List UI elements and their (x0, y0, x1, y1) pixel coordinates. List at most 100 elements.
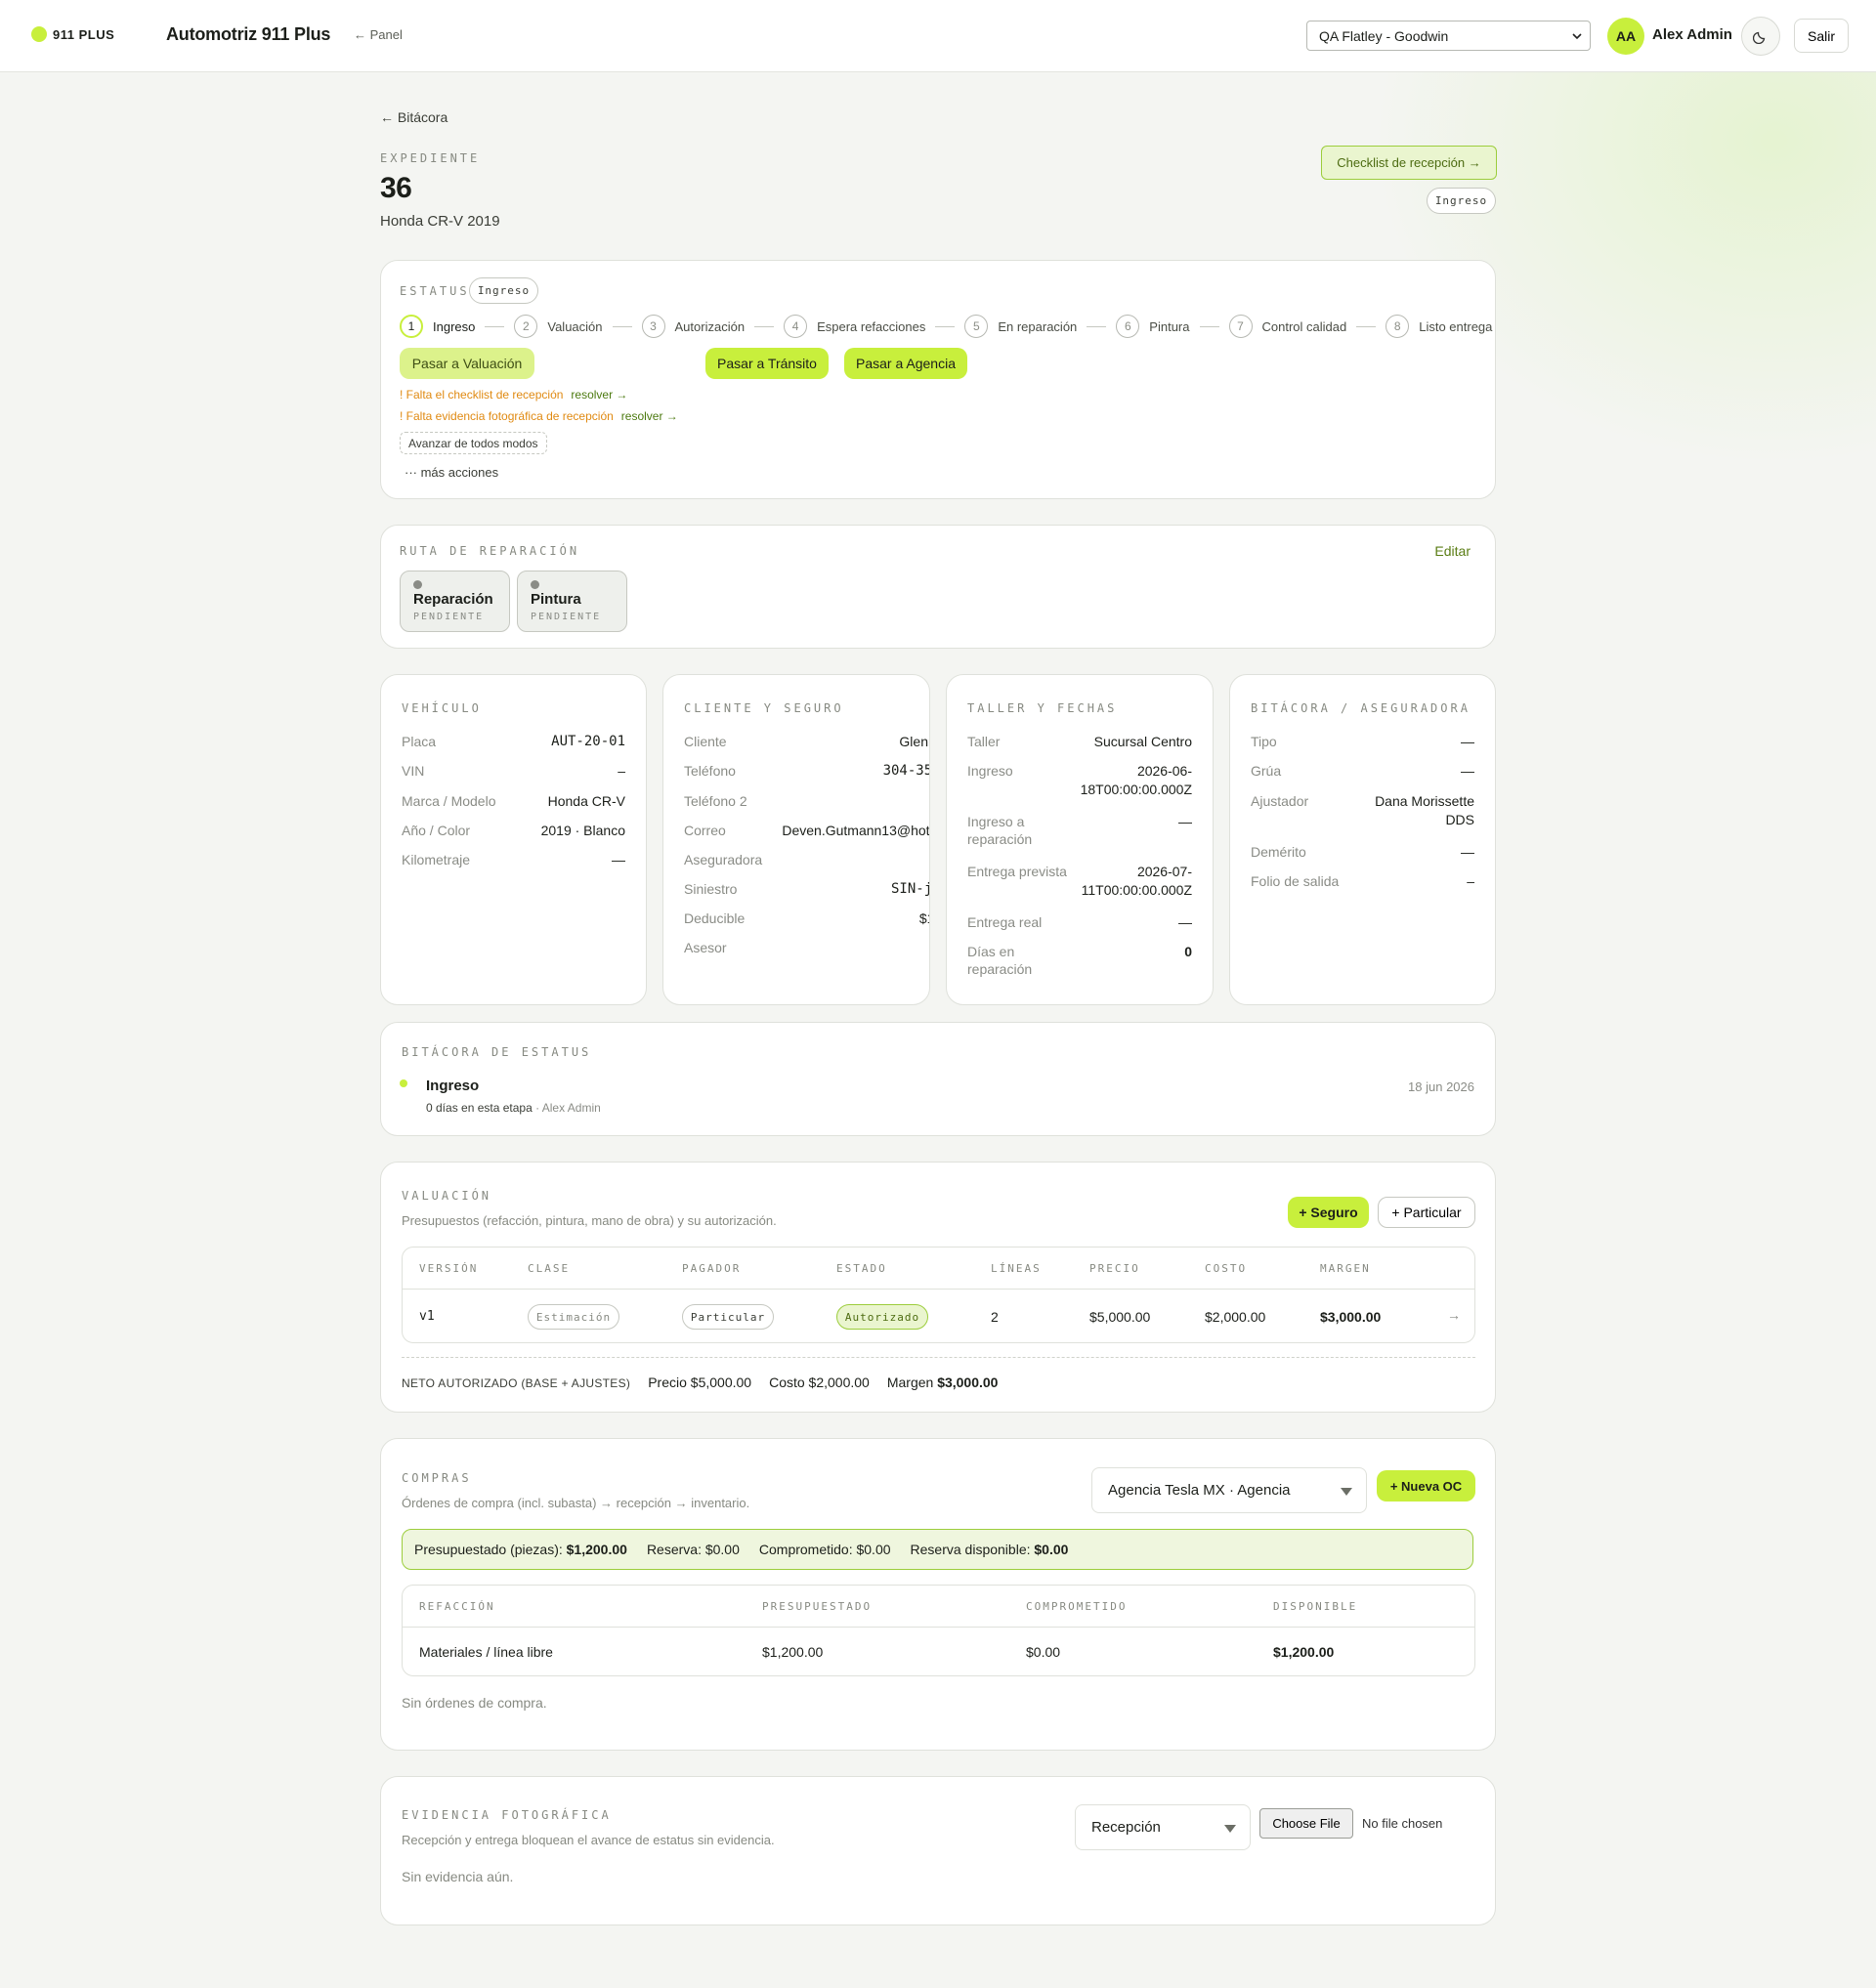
insurer-card: BITÁCORA / ASEGURADORA Tipo — Grúa — Ajust… (1229, 674, 1496, 1005)
open-estimate-arrow-icon[interactable]: → (1447, 1307, 1461, 1323)
table-row[interactable]: v1 Estimación Particular Autorizado 2 $5… (403, 1290, 1474, 1342)
client-eyebrow: CLIENTE Y SEGURO (684, 701, 844, 715)
brand-logo[interactable]: 911 PLUS (31, 26, 114, 42)
client-insurer-row: AseguradoraAl (684, 852, 763, 867)
status-log-entry-meta: 0 días en esta etapa · Alex Admin (426, 1101, 601, 1115)
avatar[interactable]: AA (1607, 18, 1644, 55)
theme-toggle-button[interactable] (1741, 17, 1780, 56)
timeline-dot-icon (400, 1079, 407, 1087)
vehicle-mileage-row: Kilometraje — (402, 852, 625, 867)
tenant-select[interactable]: QA Flatley - Goodwin (1306, 21, 1591, 51)
back-to-log-link[interactable]: ← Bitácora (380, 109, 448, 125)
status-card: ESTATUS Ingreso 1 Ingreso 2 Valuación 3 Aut… (380, 260, 1496, 499)
no-evidence-message: Sin evidencia aún. (402, 1869, 514, 1884)
client-advisor-row: Asesor (684, 940, 727, 955)
vehicle-plate-row: Placa AUT-20-01 (402, 734, 625, 749)
brand-mark-icon (31, 26, 47, 42)
status-log-card: BITÁCORA DE ESTATUS Ingreso 0 días en es… (380, 1022, 1496, 1136)
step-valuacion[interactable]: 2 Valuación (514, 315, 603, 338)
advance-valuation-button[interactable]: Pasar a Valuación (400, 348, 534, 379)
client-phone2-row: Teléfono 2 (684, 793, 747, 809)
chevron-down-icon (1572, 32, 1582, 39)
repair-route-eyebrow: RUTA DE REPARACIÓN (400, 544, 580, 558)
step-en-reparacion[interactable]: 5 En reparación (964, 315, 1077, 338)
vehicle-year-color-row: Año / Color 2019 · Blanco (402, 823, 625, 838)
record-number: 36 (380, 172, 412, 204)
insurer-type-row: Tipo — (1251, 734, 1474, 749)
resolve-photos-link[interactable]: resolver → (621, 409, 678, 423)
warning-photo-evidence: ! Falta evidencia fotográfica de recepci… (400, 409, 678, 423)
step-separator (485, 325, 505, 327)
vehicle-vin-row: VIN – (402, 763, 625, 779)
more-actions-toggle[interactable]: ··· más acciones (405, 465, 498, 480)
logout-button[interactable]: Salir (1794, 19, 1849, 53)
route-step-pintura[interactable]: Pintura PENDIENTE (517, 571, 627, 632)
step-autorizacion[interactable]: 3 Autorización (641, 315, 745, 338)
status-log-eyebrow: BITÁCORA DE ESTATUS (402, 1045, 592, 1059)
move-to-transit-button[interactable]: Pasar a Tránsito (705, 348, 829, 379)
estimate-status-badge: Autorizado (836, 1304, 928, 1330)
insurer-adjuster-row: Ajustador Dana Morissette DDS (1251, 793, 1474, 827)
app-title: Automotriz 911 Plus (166, 24, 331, 44)
photo-evidence-eyebrow: EVIDENCIA FOTOGRÁFICA (402, 1808, 612, 1822)
shop-dates-card: TALLER Y FECHAS Taller Sucursal Centro In… (946, 674, 1214, 1005)
shop-repair-start-row: Ingreso a reparación — (967, 814, 1192, 847)
brand-name: 911 PLUS (53, 26, 115, 42)
estimates-table-header: VERSIÓN CLASE PAGADOR ESTADO LÍNEAS PREC… (403, 1248, 1474, 1290)
panel-link[interactable]: ← Panel (354, 27, 403, 42)
route-step-reparacion[interactable]: Reparación PENDIENTE (400, 571, 510, 632)
purchases-card: COMPRAS Órdenes de compra (incl. subasta… (380, 1438, 1496, 1751)
parts-budget-summary: Presupuestado (piezas): $1,200.00 Reserv… (402, 1529, 1473, 1570)
step-ingreso[interactable]: 1 Ingreso (400, 315, 475, 338)
valuation-card: VALUACIÓN Presupuestos (refacción, pintu… (380, 1162, 1496, 1413)
vehicle-model-row: Marca / Modelo Honda CR-V (402, 793, 625, 809)
pending-dot-icon (531, 580, 539, 589)
net-authorized-summary: NETO AUTORIZADO (BASE + AJUSTES) Precio … (402, 1375, 999, 1390)
chevron-down-icon (1224, 1825, 1236, 1833)
status-log-entry-title: Ingreso (426, 1078, 480, 1094)
purchases-eyebrow: COMPRAS (402, 1471, 472, 1485)
parts-table-header: REFACCIÓN PRESUPUESTADO COMPROMETIDO DIS… (403, 1586, 1474, 1628)
payer-badge: Particular (682, 1304, 774, 1330)
step-separator (1356, 325, 1377, 327)
step-pintura[interactable]: 6 Pintura (1116, 315, 1190, 338)
valuation-subtitle: Presupuestos (refacción, pintura, mano d… (402, 1213, 777, 1228)
user-name: Alex Admin (1652, 26, 1732, 43)
client-phone-row: Teléfono304-354- (684, 763, 929, 779)
step-control-calidad[interactable]: 7 Control calidad (1228, 315, 1346, 338)
client-name-row: ClienteGlenn V (684, 734, 929, 749)
step-separator (1087, 325, 1107, 327)
moon-icon (1753, 31, 1766, 44)
new-purchase-order-button[interactable]: + Nueva OC (1377, 1470, 1475, 1502)
tenant-select-value: QA Flatley - Goodwin (1319, 27, 1449, 44)
move-to-agency-button[interactable]: Pasar a Agencia (844, 348, 967, 379)
insurer-eyebrow: BITÁCORA / ASEGURADORA (1251, 701, 1471, 715)
repair-route-card: RUTA DE REPARACIÓN Editar Reparación PEN… (380, 525, 1496, 649)
choose-file-button[interactable]: Choose File (1259, 1808, 1353, 1839)
status-eyebrow: ESTATUS (400, 284, 470, 298)
photo-stage-select[interactable]: Recepción (1075, 1804, 1251, 1850)
shop-name-row: Taller Sucursal Centro (967, 734, 1192, 749)
add-private-estimate-button[interactable]: + Particular (1378, 1197, 1475, 1228)
shop-actual-delivery-row: Entrega real — (967, 914, 1192, 930)
add-insurance-estimate-button[interactable]: + Seguro (1288, 1197, 1369, 1228)
record-eyebrow: EXPEDIENTE (380, 151, 481, 165)
class-badge: Estimación (528, 1304, 619, 1330)
step-separator (612, 325, 632, 327)
force-advance-button[interactable]: Avanzar de todos modos (400, 432, 547, 454)
supplier-select[interactable]: Agencia Tesla MX · Agencia (1091, 1467, 1367, 1513)
top-bar: 911 PLUS Automotriz 911 Plus ← Panel QA … (0, 0, 1876, 72)
step-listo-entrega[interactable]: 8 Listo entrega (1386, 315, 1492, 338)
table-row: Materiales / línea libre $1,200.00 $0.00… (419, 1644, 1335, 1660)
edit-route-link[interactable]: Editar (1434, 543, 1471, 559)
resolve-checklist-link[interactable]: resolver → (571, 388, 627, 402)
record-vehicle: Honda CR-V 2019 (380, 213, 500, 230)
net-divider (402, 1357, 1475, 1358)
step-separator (1199, 325, 1219, 327)
reception-checklist-button[interactable]: Checklist de recepción → (1321, 146, 1497, 180)
vehicle-eyebrow: VEHÍCULO (402, 701, 482, 715)
client-email-row: CorreoDeven.Gutmann13@hotma (684, 823, 930, 838)
step-espera-refacciones[interactable]: 4 Espera refacciones (784, 315, 925, 338)
insurer-exit-folio-row: Folio de salida – (1251, 873, 1474, 889)
client-insurance-card: CLIENTE Y SEGURO ClienteGlenn V Teléfono… (662, 674, 930, 1005)
